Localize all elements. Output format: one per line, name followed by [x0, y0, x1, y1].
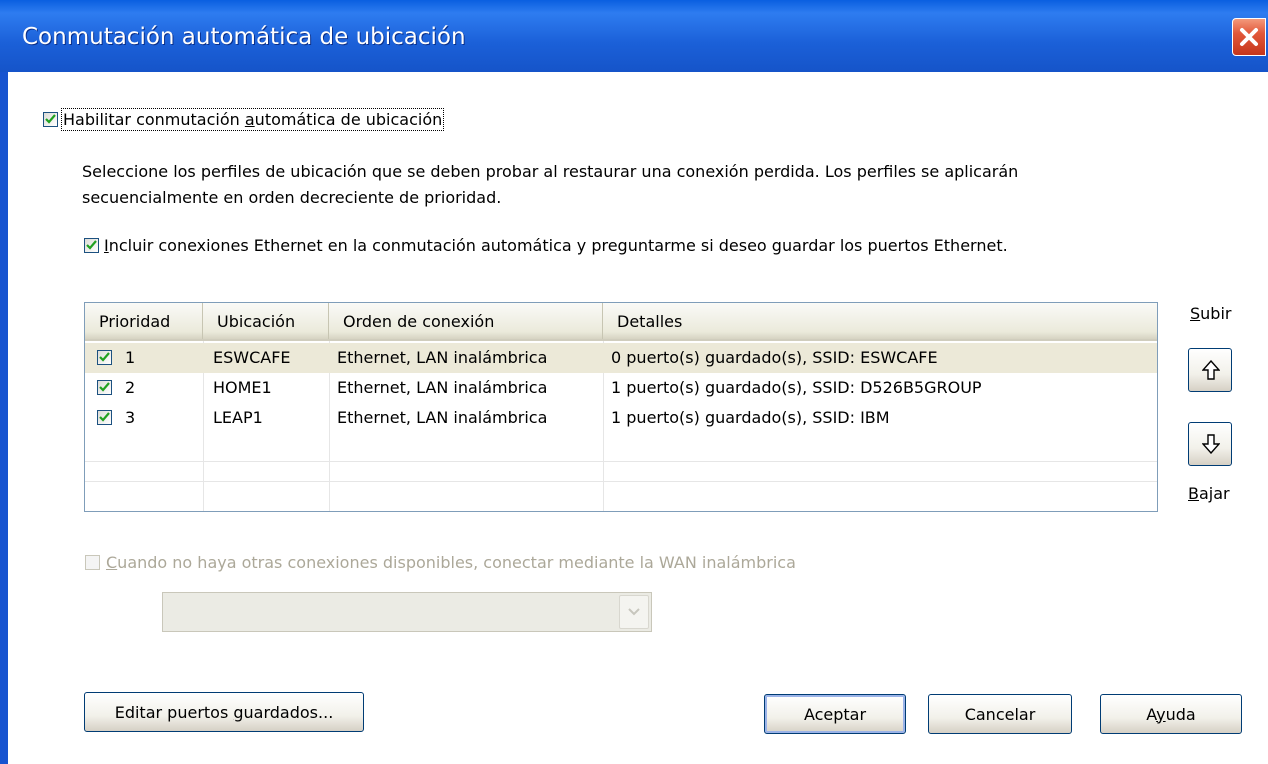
include-ethernet-checkbox[interactable]	[84, 238, 99, 253]
include-ethernet-label[interactable]: Incluir conexiones Ethernet en la conmut…	[104, 236, 1008, 255]
close-icon	[1240, 28, 1258, 46]
row-priority: 3	[125, 408, 136, 427]
checkmark-icon	[86, 240, 97, 250]
help-button[interactable]: Ayuda	[1100, 694, 1242, 734]
row-details: 0 puerto(s) guardado(s), SSID: ESWCAFE	[611, 348, 938, 367]
wan-label[interactable]: Cuando no haya otras conexiones disponib…	[106, 553, 796, 572]
wan-checkbox[interactable]	[85, 555, 100, 570]
window-title: Conmutación automática de ubicación	[22, 24, 466, 50]
title-bar[interactable]: Conmutación automática de ubicación	[0, 0, 1268, 72]
column-header-priority[interactable]: Prioridad	[85, 303, 203, 339]
close-button[interactable]	[1232, 18, 1266, 56]
arrow-up-icon	[1202, 360, 1220, 380]
move-up-button[interactable]	[1188, 348, 1232, 392]
enable-switching-checkbox[interactable]	[43, 112, 58, 127]
dialog-body: Habilitar conmutación automática de ubic…	[8, 72, 1268, 764]
grid-line	[85, 481, 1157, 482]
window-frame	[0, 72, 8, 764]
row-details: 1 puerto(s) guardado(s), SSID: IBM	[611, 408, 890, 427]
cancel-button[interactable]: Cancelar	[928, 694, 1072, 734]
row-checkbox[interactable]	[97, 410, 112, 425]
row-order: Ethernet, LAN inalámbrica	[337, 378, 548, 397]
column-header-details[interactable]: Detalles	[603, 303, 1157, 339]
row-location: HOME1	[213, 378, 272, 397]
row-order: Ethernet, LAN inalámbrica	[337, 408, 548, 427]
checkmark-icon	[45, 114, 56, 124]
move-down-label: Bajar	[1188, 484, 1230, 503]
move-up-label: Subir	[1190, 304, 1232, 323]
row-priority: 2	[125, 378, 136, 397]
column-header-order[interactable]: Orden de conexión	[329, 303, 603, 339]
column-header-location[interactable]: Ubicación	[203, 303, 329, 339]
row-priority: 1	[125, 348, 136, 367]
table-row[interactable]: 1 ESWCAFE Ethernet, LAN inalámbrica 0 pu…	[85, 343, 1157, 373]
checkmark-icon	[99, 412, 110, 422]
enable-switching-label[interactable]: Habilitar conmutación automática de ubic…	[60, 108, 445, 131]
row-checkbox[interactable]	[97, 380, 112, 395]
row-order: Ethernet, LAN inalámbrica	[337, 348, 548, 367]
move-down-button[interactable]	[1188, 422, 1232, 466]
edit-saved-ports-button[interactable]: Editar puertos guardados...	[84, 692, 364, 732]
description-line-2: secuencialmente en orden decreciente de …	[82, 188, 502, 207]
row-location: ESWCAFE	[213, 348, 291, 367]
row-details: 1 puerto(s) guardado(s), SSID: D526B5GRO…	[611, 378, 982, 397]
row-location: LEAP1	[213, 408, 263, 427]
description-line-1: Seleccione los perfiles de ubicación que…	[82, 162, 1019, 181]
checkmark-icon	[99, 352, 110, 362]
grid-line	[85, 461, 1157, 462]
table-row[interactable]: 2 HOME1 Ethernet, LAN inalámbrica 1 puer…	[85, 373, 1157, 403]
row-checkbox[interactable]	[97, 350, 112, 365]
arrow-down-icon	[1202, 434, 1220, 454]
checkmark-icon	[99, 382, 110, 392]
table-row[interactable]: 3 LEAP1 Ethernet, LAN inalámbrica 1 puer…	[85, 403, 1157, 433]
combo-dropdown-button[interactable]	[619, 595, 649, 629]
accept-button[interactable]: Aceptar	[764, 694, 906, 734]
wan-profile-combo[interactable]	[162, 592, 652, 632]
list-header: Prioridad Ubicación Orden de conexión De…	[85, 303, 1157, 341]
location-profiles-list[interactable]: Prioridad Ubicación Orden de conexión De…	[84, 302, 1158, 512]
chevron-down-icon	[628, 608, 640, 616]
